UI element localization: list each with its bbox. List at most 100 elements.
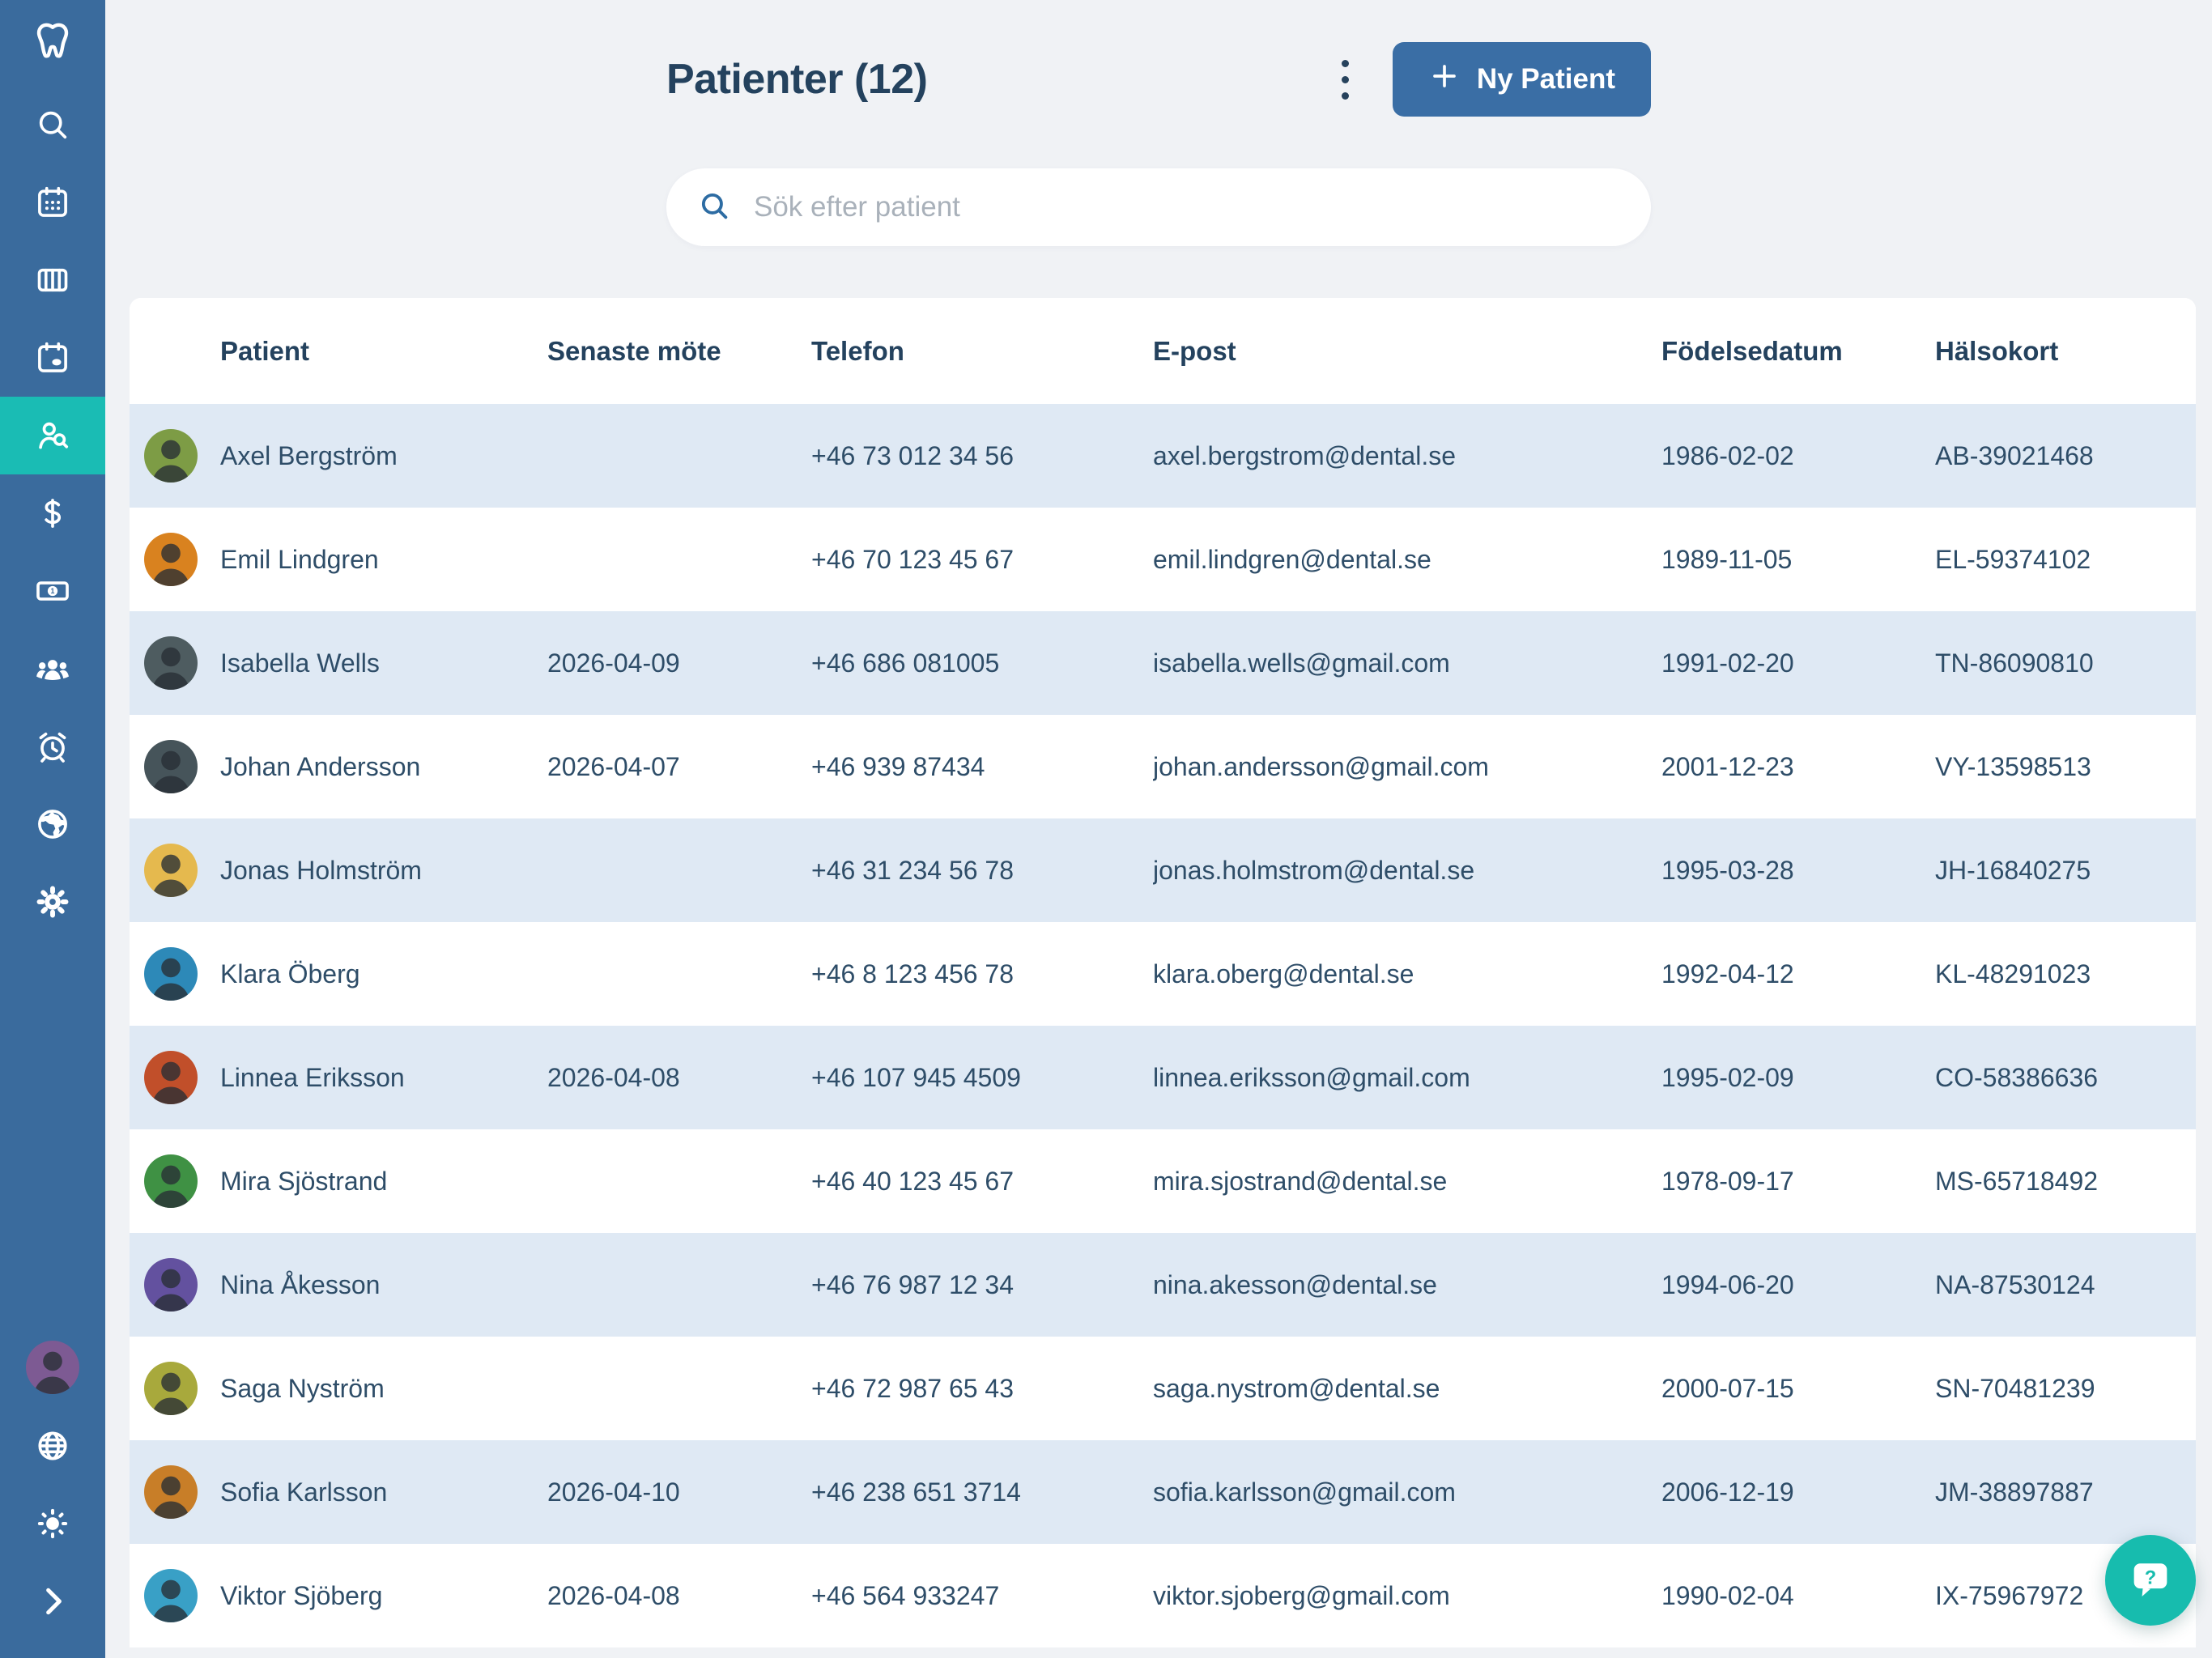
- patients-table: Patient Senaste möte Telefon E-post Födelsed…: [130, 298, 2196, 1647]
- patient-cell: Jonas Holmström: [130, 844, 547, 897]
- patient-row[interactable]: Klara Öberg +46 8 123 456 78 klara.oberg@d…: [130, 922, 2196, 1026]
- patient-name: Mira Sjöstrand: [220, 1166, 388, 1196]
- email-cell: axel.bergstrom@dental.se: [1153, 440, 1456, 470]
- patient-avatar: [144, 1154, 198, 1208]
- app-window: 1 Patienter (12) Ny Patient Patient Senas…: [0, 0, 2212, 1658]
- patient-row[interactable]: Sofia Karlsson 2026-04-10 +46 238 651 3714…: [130, 1440, 2196, 1544]
- patient-cell: Saga Nyström: [130, 1362, 547, 1415]
- birthdate-cell: 1990-02-04: [1661, 1580, 1794, 1610]
- email-cell: sofia.karlsson@gmail.com: [1153, 1477, 1456, 1507]
- sidebar-item-billing[interactable]: [0, 474, 105, 552]
- patient-cell: Johan Andersson: [130, 740, 547, 793]
- patient-cell: Sofia Karlsson: [130, 1465, 547, 1519]
- patient-search-icon: [34, 417, 71, 454]
- new-patient-button[interactable]: Ny Patient: [1392, 42, 1651, 117]
- patient-name: Klara Öberg: [220, 959, 360, 988]
- calendar-event-icon: [34, 339, 71, 376]
- health-card-cell: EL-59374102: [1935, 544, 2091, 574]
- sidebar: 1: [0, 0, 105, 1658]
- people-icon: [34, 650, 71, 687]
- sidebar-item-patients[interactable]: [0, 397, 105, 474]
- tooth-icon: [30, 19, 75, 68]
- column-header: Födelsedatum: [1661, 335, 1843, 366]
- patient-cell: Mira Sjöstrand: [130, 1154, 547, 1208]
- patient-name: Linnea Eriksson: [220, 1062, 405, 1092]
- svg-text:?: ?: [2145, 1567, 2156, 1588]
- birthdate-cell: 2001-12-23: [1661, 751, 1794, 781]
- patient-row[interactable]: Viktor Sjöberg 2026-04-08 +46 564 933247 vi…: [130, 1544, 2196, 1647]
- birthdate-cell: 1994-06-20: [1661, 1269, 1794, 1299]
- patient-row[interactable]: Axel Bergström +46 73 012 34 56 axel.bergs…: [130, 404, 2196, 508]
- sidebar-item-language[interactable]: [0, 1407, 105, 1485]
- patient-row[interactable]: Nina Åkesson +46 76 987 12 34 nina.akesson…: [130, 1233, 2196, 1337]
- patient-avatar: [144, 1051, 198, 1104]
- email-cell: klara.oberg@dental.se: [1153, 959, 1414, 988]
- sidebar-bottom: [0, 1341, 105, 1658]
- calendar-icon: [34, 184, 71, 221]
- sidebar-item-appointments[interactable]: [0, 319, 105, 397]
- patient-name: Johan Andersson: [220, 751, 421, 781]
- phone-cell: +46 939 87434: [811, 751, 985, 781]
- patient-name: Axel Bergström: [220, 440, 398, 470]
- patient-cell: Viktor Sjöberg: [130, 1569, 547, 1622]
- patient-name: Saga Nyström: [220, 1373, 385, 1403]
- kebab-menu-icon[interactable]: [1335, 53, 1355, 106]
- svg-text:1: 1: [51, 587, 55, 595]
- patient-row[interactable]: Johan Andersson 2026-04-07 +46 939 87434 jo…: [130, 715, 2196, 818]
- page-title: Patienter (12): [666, 56, 928, 103]
- patient-row[interactable]: Emil Lindgren +46 70 123 45 67 emil.lindgr…: [130, 508, 2196, 611]
- column-header: E-post: [1153, 335, 1236, 366]
- sidebar-item-staff[interactable]: [0, 630, 105, 708]
- patient-row[interactable]: Jonas Holmström +46 31 234 56 78 jonas.hol…: [130, 818, 2196, 922]
- phone-cell: +46 107 945 4509: [811, 1062, 1021, 1092]
- health-card-cell: NA-87530124: [1935, 1269, 2095, 1299]
- patient-avatar: [144, 947, 198, 1001]
- header-actions: Ny Patient: [1335, 42, 1651, 117]
- chevron-right-icon: [34, 1583, 71, 1620]
- health-card-cell: SN-70481239: [1935, 1373, 2095, 1403]
- email-cell: mira.sjostrand@dental.se: [1153, 1166, 1448, 1196]
- patient-avatar: [144, 844, 198, 897]
- email-cell: linnea.eriksson@gmail.com: [1153, 1062, 1470, 1092]
- phone-cell: +46 8 123 456 78: [811, 959, 1015, 988]
- sidebar-item-search[interactable]: [0, 86, 105, 164]
- patient-name: Jonas Holmström: [220, 855, 422, 885]
- health-card-cell: AB-39021468: [1935, 440, 2094, 470]
- help-chat-button[interactable]: ?: [2105, 1535, 2196, 1626]
- birthdate-cell: 1991-02-20: [1661, 648, 1794, 678]
- sidebar-item-payments[interactable]: 1: [0, 552, 105, 630]
- email-cell: jonas.holmstrom@dental.se: [1153, 855, 1475, 885]
- sidebar-item-online[interactable]: [0, 785, 105, 863]
- sidebar-item-theme[interactable]: [0, 1485, 105, 1562]
- health-card-cell: TN-86090810: [1935, 648, 2094, 678]
- help-chat-icon: ?: [2124, 1552, 2177, 1609]
- patient-avatar: [144, 1465, 198, 1519]
- sidebar-item-calendar[interactable]: [0, 164, 105, 241]
- patient-row[interactable]: Linnea Eriksson 2026-04-08 +46 107 945 450…: [130, 1026, 2196, 1129]
- health-card-cell: JH-16840275: [1935, 855, 2091, 885]
- patient-row[interactable]: Isabella Wells 2026-04-09 +46 686 081005 is…: [130, 611, 2196, 715]
- sidebar-item-schedule[interactable]: [0, 241, 105, 319]
- phone-cell: +46 72 987 65 43: [811, 1373, 1015, 1403]
- patient-cell: Klara Öberg: [130, 947, 547, 1001]
- patient-row[interactable]: Mira Sjöstrand +46 40 123 45 67 mira.sjost…: [130, 1129, 2196, 1233]
- sidebar-item-reminders[interactable]: [0, 708, 105, 785]
- sidebar-item-collapse[interactable]: [0, 1562, 105, 1640]
- new-patient-label: Ny Patient: [1476, 63, 1615, 95]
- table-header-row: Patient Senaste möte Telefon E-post Födelsed…: [130, 298, 2196, 404]
- birthdate-cell: 1989-11-05: [1661, 544, 1793, 574]
- phone-cell: +46 564 933247: [811, 1580, 1000, 1610]
- sidebar-nav: 1: [0, 86, 105, 941]
- phone-cell: +46 40 123 45 67: [811, 1166, 1015, 1196]
- search-input[interactable]: [752, 190, 1606, 224]
- phone-cell: +46 73 012 34 56: [811, 440, 1015, 470]
- patient-name: Emil Lindgren: [220, 544, 379, 574]
- last-visit-cell: 2026-04-08: [547, 1580, 680, 1610]
- user-avatar[interactable]: [26, 1341, 79, 1394]
- sidebar-item-settings[interactable]: [0, 863, 105, 941]
- birthdate-cell: 2006-12-19: [1661, 1477, 1794, 1507]
- email-cell: isabella.wells@gmail.com: [1153, 648, 1450, 678]
- search-icon: [34, 106, 71, 143]
- column-header: Hälsokort: [1935, 335, 2059, 366]
- patient-row[interactable]: Saga Nyström +46 72 987 65 43 saga.nystrom…: [130, 1337, 2196, 1440]
